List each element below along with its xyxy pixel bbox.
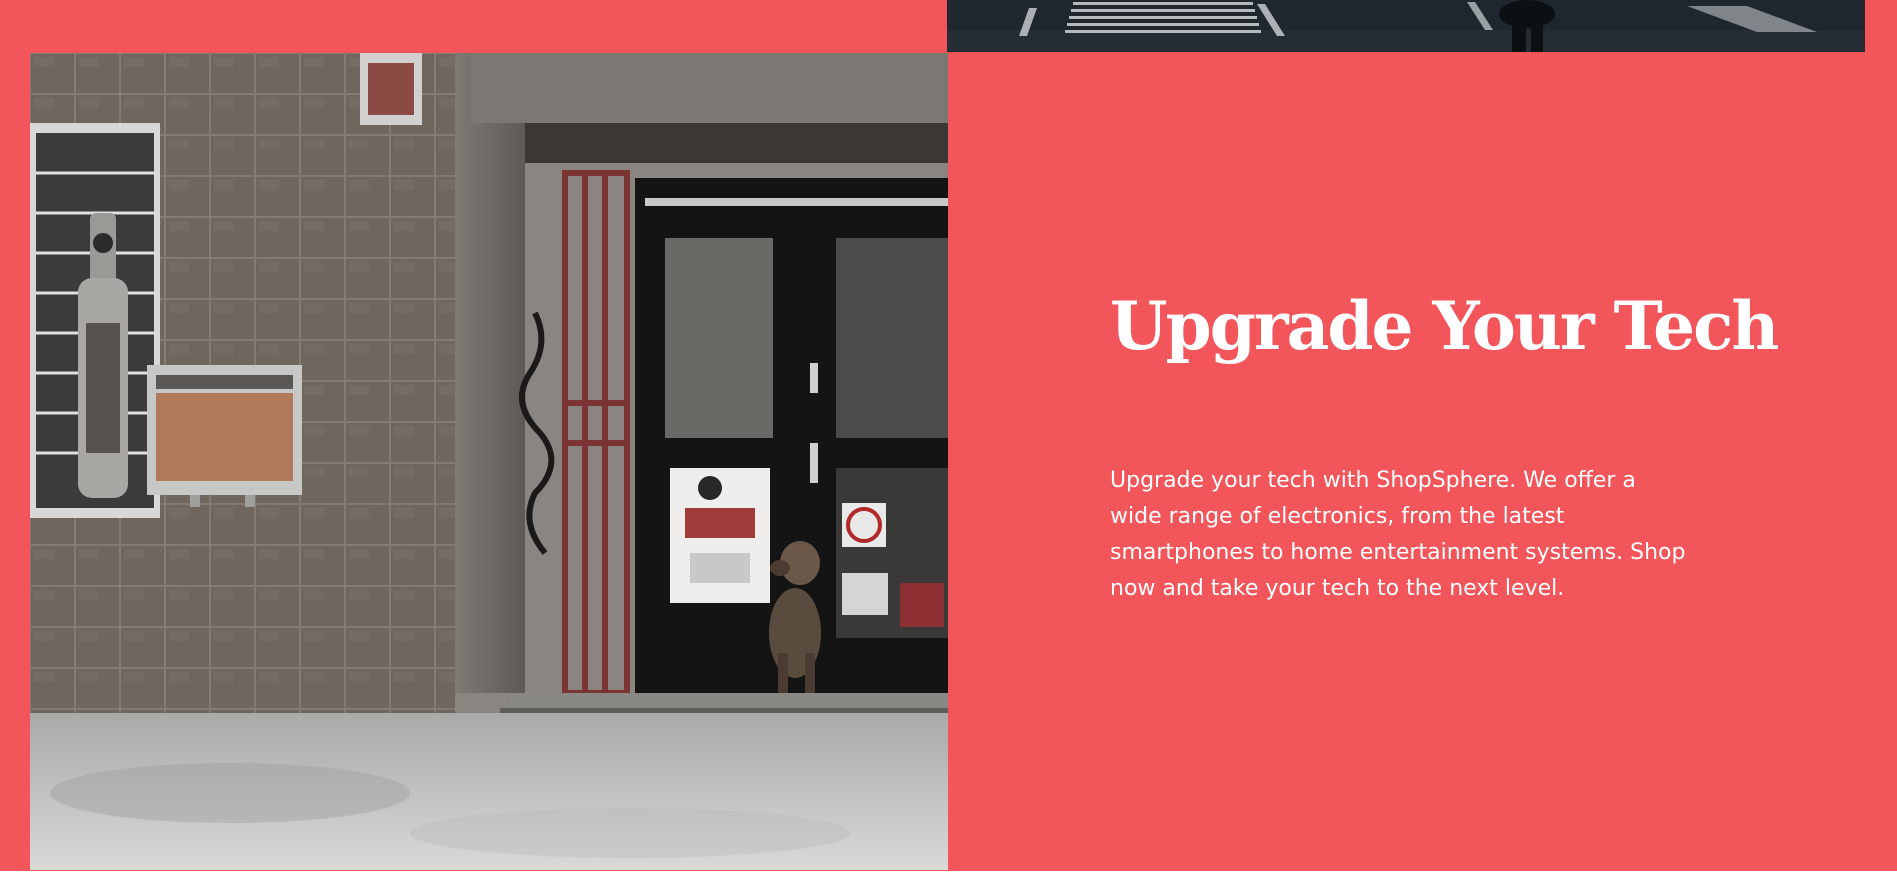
storefront-photo	[30, 53, 948, 870]
hero-description: Upgrade your tech with ShopSphere. We of…	[1110, 467, 1686, 601]
page: Upgrade Your Tech Upgrade your tech with…	[0, 0, 1897, 892]
hero-title: Upgrade Your Tech	[1110, 287, 1779, 365]
street-crosswalk-photo	[947, 0, 1865, 52]
hero-section: Upgrade Your Tech Upgrade your tech with…	[0, 0, 1897, 871]
hero-copy: Upgrade Your Tech Upgrade your tech with…	[1110, 287, 1779, 607]
